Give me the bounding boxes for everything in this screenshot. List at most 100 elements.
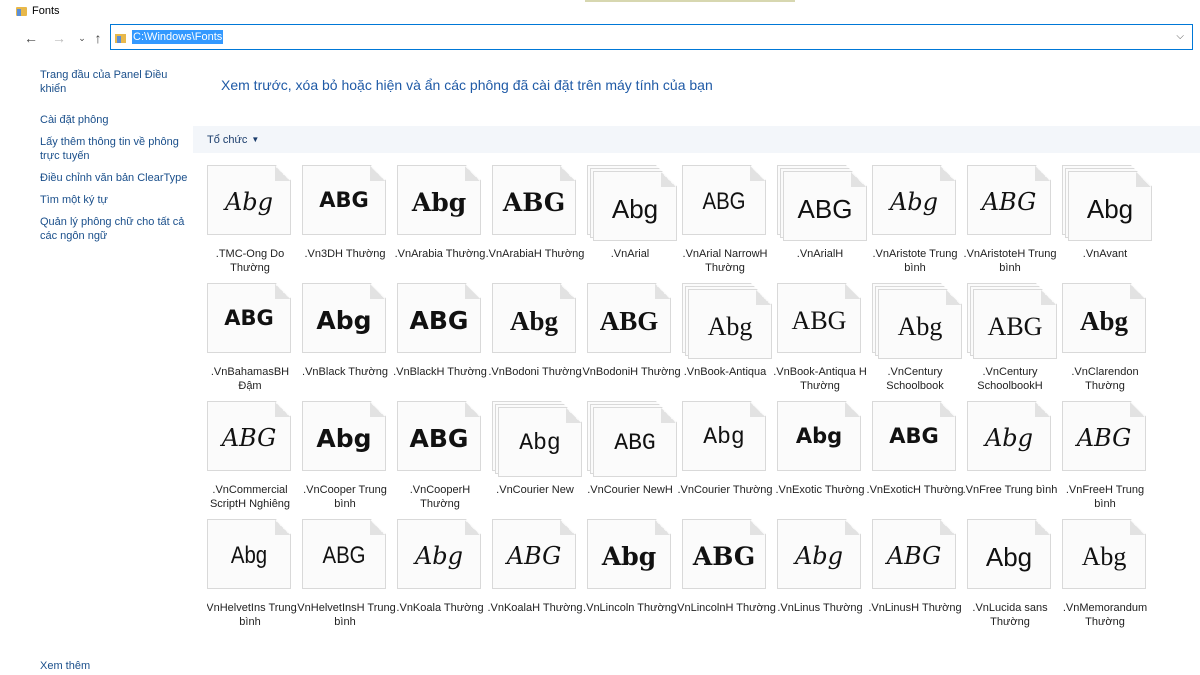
forward-arrow-icon[interactable]: → [50,29,68,47]
up-arrow-icon[interactable]: ↑ [89,29,107,47]
font-file-icon: Abg [777,519,861,589]
font-tile[interactable]: Abg .VnArabia Thường [395,165,487,277]
font-tile[interactable]: Abg .VnLinus Thường [777,519,867,631]
font-tile[interactable]: ABG .VnCommercial ScriptH Nghiêng [207,401,297,513]
font-tile[interactable]: Abg .VnAvant [1062,165,1152,277]
font-tile[interactable]: ABG .VnHelvetInsH Trung bình [294,519,396,631]
font-sample-text: ABG [221,424,277,452]
font-name-label: .VnCourier NewH [587,484,673,496]
font-tile[interactable]: ABG .VnBodoniH Thường [579,283,681,395]
font-tile[interactable]: Abg .VnArial [587,165,677,277]
back-arrow-icon[interactable]: ← [22,29,40,47]
font-tile[interactable]: Abg .VnBlack Thường [302,283,392,395]
font-file-icon: ABG [207,283,291,353]
page-fold-corner [560,284,575,299]
font-tile[interactable]: Abg .VnCourier New [492,401,582,513]
page-fold-corner [1130,520,1145,535]
font-file-icon: ABG [207,401,291,471]
page-fold-corner [370,402,385,417]
font-tile[interactable]: Abg .VnHelvetIns Trung bình [207,519,297,631]
organize-dropdown-icon[interactable]: ▼ [251,135,259,144]
address-path[interactable]: C:\Windows\Fonts [132,30,224,44]
font-file-icon: Abg [878,289,962,359]
page-fold-corner [465,284,480,299]
font-tile[interactable]: ABG .VnCentury SchoolbookH [967,283,1057,395]
organize-button[interactable]: Tổ chức [207,134,247,146]
font-sample-text: Abg [224,188,274,216]
address-bar[interactable]: C:\Windows\Fonts ⌵ [110,24,1193,50]
sidebar-link-control-panel-home[interactable]: Trang đầu của Panel Điều khiển [40,68,190,96]
font-name-label: .VnAristoteH Trung bình [963,248,1057,274]
page-fold-corner [1041,290,1056,305]
font-tile[interactable]: Abg .VnBook-Antiqua [682,283,772,395]
font-file-icon: Abg [682,401,766,471]
font-tile[interactable]: Abg .VnCourier Thường [677,401,773,513]
font-tile[interactable]: ABG .VnLinusH Thường [868,519,962,631]
page-fold-corner [756,290,771,305]
font-name-label: .VnCentury Schoolbook [886,366,944,392]
font-name-label: .VnBodoni Thường [488,366,582,378]
font-name-label: .VnCentury SchoolbookH [977,366,1043,392]
font-file-icon: ABG [777,283,861,353]
sidebar-link-install-font[interactable]: Cài đặt phông [40,113,190,127]
font-tile[interactable]: ABG .VnFreeH Trung bình [1062,401,1152,513]
font-tile[interactable]: Abg .VnCentury Schoolbook [872,283,962,395]
font-tile[interactable]: ABG .VnArialH [777,165,867,277]
sidebar-link-manage-languages[interactable]: Quản lý phông chữ cho tất cả các ngôn ng… [40,215,190,243]
font-sample-text: Abg [897,312,943,341]
font-tile[interactable]: ABG .VnCourier NewH [587,401,677,513]
page-fold-corner [946,290,961,305]
font-tile[interactable]: Abg .VnKoala Thường [396,519,487,631]
page-fold-corner [465,166,480,181]
font-tile[interactable]: Abg .VnMemorandum Thường [1062,519,1152,631]
font-sample-text: Abg [316,424,372,453]
font-name-label: .VnHelvetIns Trung bình [207,602,297,628]
font-name-label: .VnBook-Antiqua [683,366,767,378]
font-file-icon: Abg [498,407,582,477]
font-file-icon: Abg [207,165,291,235]
font-file-icon: ABG [302,165,386,235]
font-tile[interactable]: ABG .VnExoticH Thường [867,401,963,513]
font-tile[interactable]: ABG .VnArabiaH Thường [486,165,584,277]
font-tile[interactable]: ABG .VnBahamasBH Đậm [207,283,297,395]
font-name-label: .VnBlackH Thường [393,366,487,378]
font-file-icon: ABG [593,407,677,477]
font-tile[interactable]: Abg .VnFree Trung bình [963,401,1057,513]
font-tile[interactable]: ABG .VnKoalaH Thường [487,519,583,631]
page-fold-corner [750,166,765,181]
font-sample-text: ABG [889,424,939,448]
font-name-label: .Vn3DH Thường [304,248,386,260]
task-sidebar: Trang đầu của Panel Điều khiển Cài đặt p… [40,68,190,251]
font-sample-text: Abg [1081,542,1127,571]
font-tile[interactable]: ABG .VnBlackH Thường [393,283,487,395]
font-tile[interactable]: Abg .VnClarendon Thường [1062,283,1152,395]
command-toolbar: Tổ chức ▼ [193,126,1200,153]
font-tile[interactable]: ABG .VnAristoteH Trung bình [964,165,1057,277]
sidebar-link-cleartype[interactable]: Điều chỉnh văn bản ClearType [40,171,190,185]
page-fold-corner [655,520,670,535]
page-fold-corner [1130,284,1145,299]
font-sample-text: ABG [702,188,746,215]
font-name-label: .VnArial [610,248,650,260]
font-file-icon: Abg [397,165,481,235]
font-tile[interactable]: ABG .VnLincolnH Thường [674,519,776,631]
sidebar-link-fonts-online[interactable]: Lấy thêm thông tin về phông trực tuyến [40,135,190,163]
font-tile[interactable]: ABG .VnArial NarrowH Thường [682,165,772,277]
font-tile[interactable]: Abg .VnLucida sans Thường [967,519,1057,631]
font-tile[interactable]: Abg .TMC-Ong Do Thường [207,165,297,277]
address-dropdown-icon[interactable]: ⌵ [1176,31,1184,42]
font-name-label: .VnLincolnH Thường [674,602,776,614]
font-tile[interactable]: ABG .VnCooperH Thường [397,401,487,513]
font-tile[interactable]: Abg .VnLincoln Thường [583,519,677,631]
sidebar-link-find-character[interactable]: Tìm một ký tự [40,193,190,207]
font-file-icon: Abg [397,519,481,589]
font-tile[interactable]: ABG .VnBook-Antiqua H Thường [773,283,867,395]
font-name-label: .VnCooperH Thường [409,484,471,510]
font-tile[interactable]: ABG .Vn3DH Thường [302,165,392,277]
font-grid: Abg .TMC-Ong Do Thường ABG .Vn3DH Thường Abg… [207,165,1200,675]
font-tile[interactable]: Abg .VnCooper Trung bình [302,401,392,513]
font-tile[interactable]: Abg .VnExotic Thường [776,401,867,513]
font-tile[interactable]: Abg .VnAristote Trung bình [872,165,962,277]
font-sample-text: Abg [795,424,843,448]
font-tile[interactable]: Abg .VnBodoni Thường [488,283,582,395]
